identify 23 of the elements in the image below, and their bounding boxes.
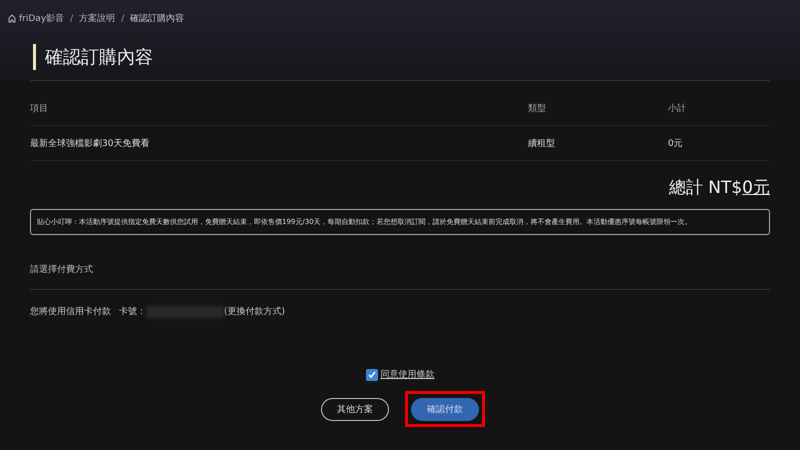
- order-total: 總計 NT$0元: [668, 177, 770, 199]
- breadcrumb-separator: /: [70, 14, 74, 24]
- home-icon: [8, 14, 16, 23]
- terms-link[interactable]: 同意使用條款: [380, 368, 434, 381]
- other-plans-button[interactable]: 其他方案: [321, 398, 389, 421]
- breadcrumb-separator: /: [121, 14, 124, 24]
- confirm-button[interactable]: 確認付款: [411, 398, 479, 421]
- table-cell-text: 續租型: [528, 138, 556, 150]
- column-header: 小計: [668, 102, 687, 114]
- change-payment-link[interactable]: (更換付款方式): [224, 305, 286, 318]
- table-cell-text: 最新全球強檔影劇30天免費看: [30, 138, 150, 150]
- page-title: 確認訂購內容: [45, 46, 153, 69]
- column-header: 項目: [30, 102, 49, 114]
- payment-method-text: 您將使用信用卡付款: [30, 306, 111, 318]
- section-heading: 請選擇付費方式: [30, 263, 770, 290]
- title-accent-bar: [33, 44, 36, 70]
- column-header: 類型: [528, 102, 547, 114]
- breadcrumb-link[interactable]: friDay影音: [8, 12, 64, 25]
- card-number-label: 卡號：: [119, 306, 146, 318]
- table-cell-text: 0元: [668, 138, 684, 150]
- agree-checkbox[interactable]: [366, 368, 378, 380]
- breadcrumb-link[interactable]: 方案說明: [79, 12, 116, 25]
- breadcrumb-current: 確認訂購內容: [130, 12, 184, 25]
